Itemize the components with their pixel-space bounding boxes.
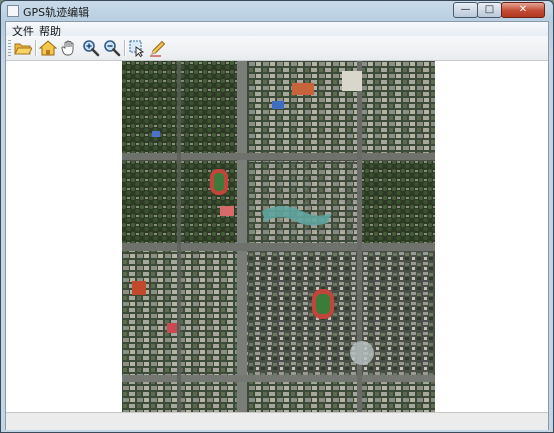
horizontal-scrollbar[interactable] [6, 413, 548, 429]
select-region-button[interactable] [127, 38, 147, 58]
pan-button[interactable] [59, 38, 79, 58]
menu-bar: 文件 帮助 [6, 22, 548, 38]
open-folder-button[interactable] [13, 38, 33, 58]
map-view[interactable] [6, 61, 548, 412]
edit-button[interactable] [148, 38, 168, 58]
toolbar-grip[interactable] [8, 40, 11, 56]
app-icon [7, 5, 19, 17]
close-button[interactable]: ✕ [501, 2, 545, 18]
satellite-map-image [122, 61, 435, 412]
zoom-in-icon [83, 40, 100, 57]
status-bar [6, 412, 548, 430]
toolbar-separator [35, 40, 37, 56]
edit-pencil-icon [150, 40, 166, 57]
pan-hand-icon [61, 40, 74, 56]
select-region-icon [129, 40, 145, 57]
minimize-button[interactable]: — [453, 2, 478, 18]
home-icon [39, 40, 57, 56]
title-bar[interactable]: GPS轨迹编辑 — □ ✕ [1, 1, 553, 21]
client-area: 文件 帮助 [5, 21, 549, 430]
zoom-in-button[interactable] [81, 38, 101, 58]
home-button[interactable] [38, 38, 58, 58]
zoom-out-button[interactable] [102, 38, 122, 58]
window-title: GPS轨迹编辑 [23, 6, 90, 19]
toolbar-separator [124, 40, 126, 56]
zoom-out-icon [104, 40, 121, 57]
satellite-map[interactable] [122, 61, 435, 412]
toolbar [6, 36, 548, 61]
open-folder-icon [14, 43, 32, 55]
app-window: GPS轨迹编辑 — □ ✕ 文件 帮助 [0, 0, 554, 433]
maximize-button[interactable]: □ [477, 2, 502, 18]
